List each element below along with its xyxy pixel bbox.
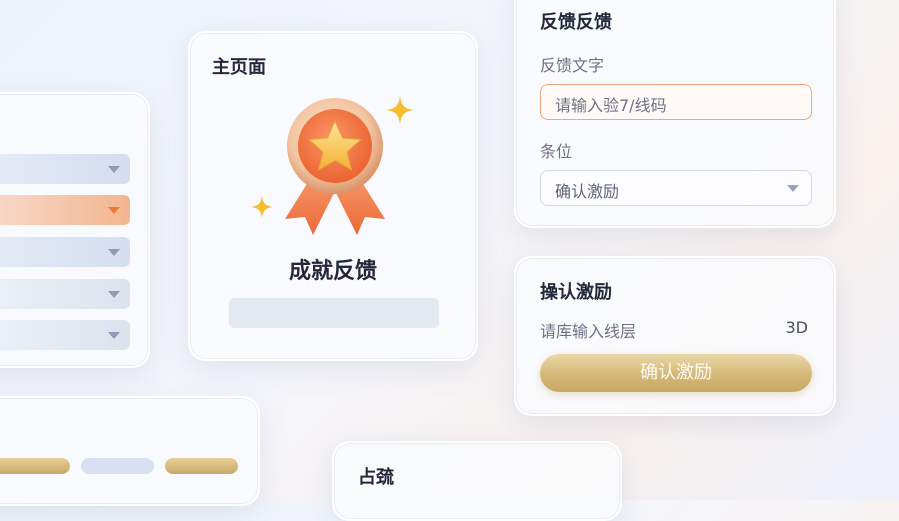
dropdown-bar-1[interactable]	[0, 154, 130, 184]
dropdown-bar-2[interactable]	[0, 195, 130, 225]
position-select[interactable]: 确认激励	[540, 170, 812, 206]
bottom-left-card	[0, 396, 260, 506]
chevron-down-icon	[108, 166, 120, 173]
bottom-card-title: 占巯	[358, 467, 394, 488]
sparkle-icon	[386, 96, 414, 124]
left-settings-card	[0, 92, 150, 368]
main-page-card: 主页面 成就反馈	[188, 31, 478, 361]
chevron-down-icon	[108, 249, 120, 256]
position-label: 条位	[540, 142, 573, 161]
chevron-down-icon	[108, 332, 120, 339]
dropdown-bar-5[interactable]	[0, 320, 130, 350]
placeholder-bar	[229, 298, 439, 328]
feedback-text-input[interactable]: 请输入验7/线码	[540, 84, 812, 120]
reward-input-label: 请库输入线层	[540, 322, 637, 341]
feedback-text-label: 反馈文字	[540, 56, 605, 75]
bottom-center-card: 占巯	[332, 441, 622, 521]
chevron-down-icon	[787, 185, 799, 192]
medal-star-icon	[285, 98, 385, 235]
gold-pill-2[interactable]	[165, 458, 238, 474]
reward-value: 3D	[785, 318, 809, 337]
feedback-card-title: 反馈反馈	[540, 12, 612, 33]
sparkle-icon	[250, 195, 274, 219]
achievement-title: 成就反馈	[288, 259, 377, 284]
chevron-down-icon	[108, 207, 120, 214]
blue-pill[interactable]	[81, 458, 154, 474]
dropdown-bar-4[interactable]	[0, 279, 130, 309]
dropdown-bar-3[interactable]	[0, 237, 130, 267]
reward-card-title: 操认激励	[540, 282, 612, 303]
confirm-reward-button[interactable]: 确认激励	[540, 354, 812, 392]
position-select-value: 确认激励	[555, 182, 620, 201]
feedback-card: 反馈反馈 反馈文字 请输入验7/线码 条位 确认激励	[514, 0, 836, 228]
main-card-title: 主页面	[212, 57, 266, 78]
gold-pill-1[interactable]	[0, 458, 70, 474]
reward-card: 操认激励 请库输入线层 3D 确认激励	[514, 256, 836, 416]
chevron-down-icon	[108, 291, 120, 298]
